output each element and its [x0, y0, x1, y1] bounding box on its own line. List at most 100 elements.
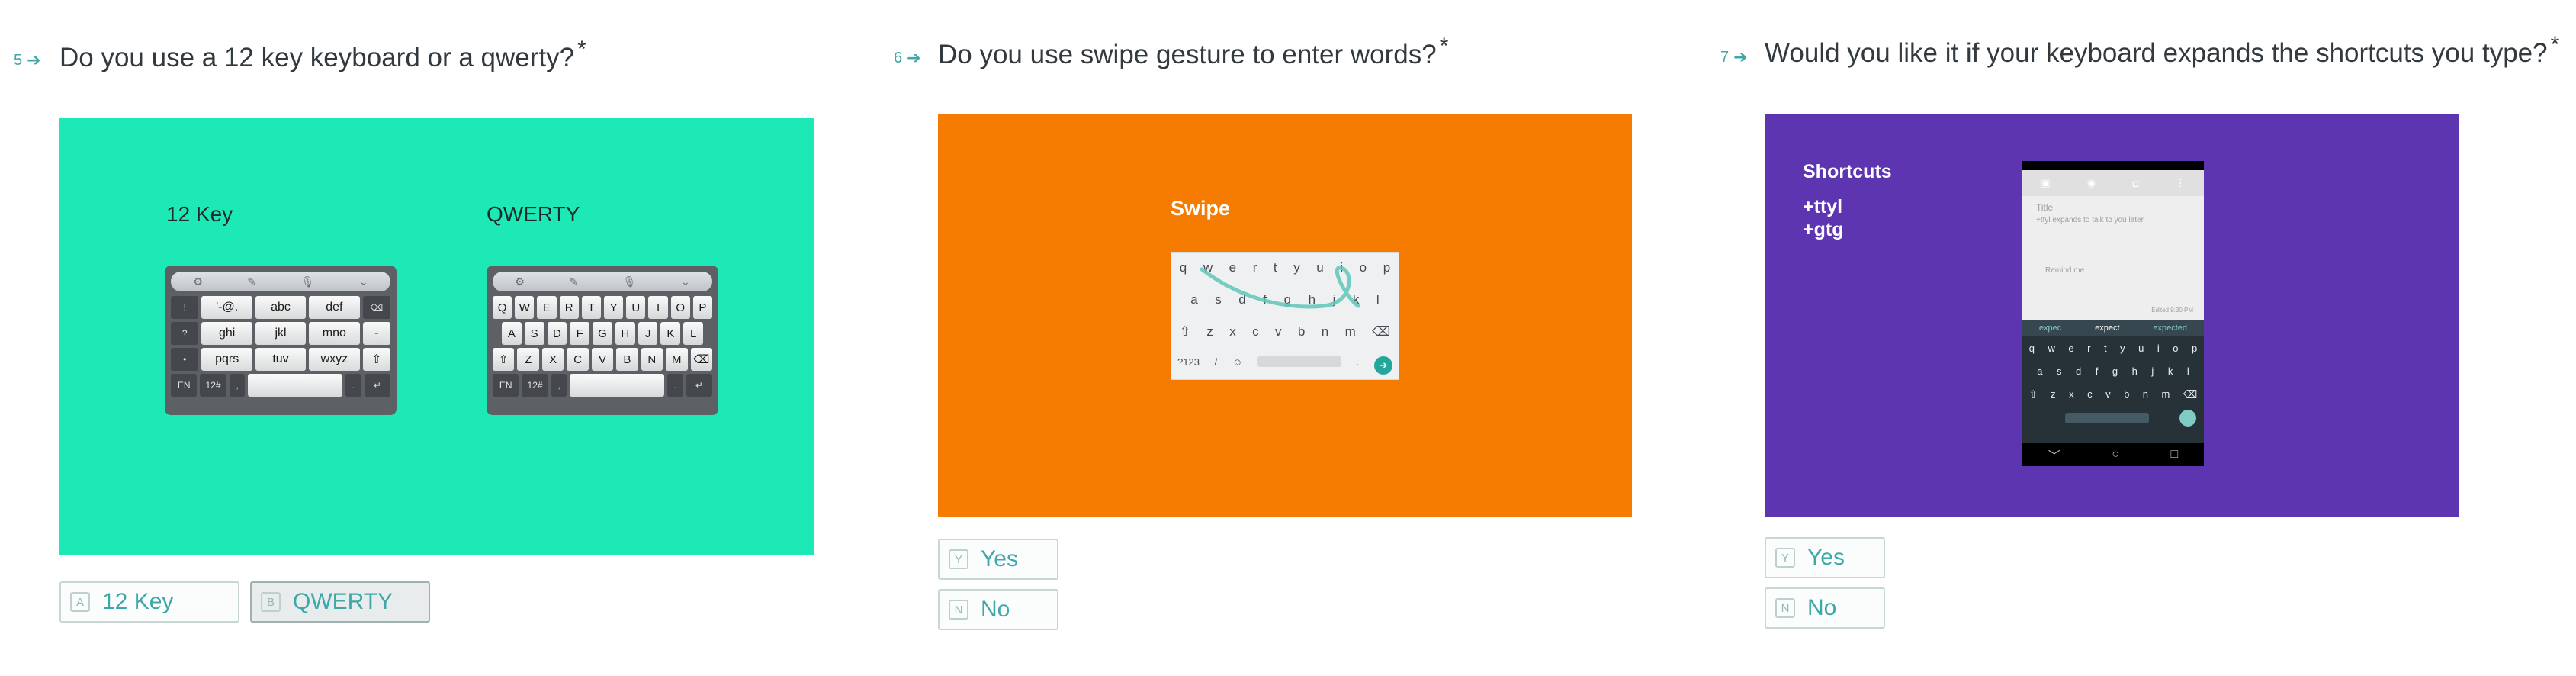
key: ? [171, 322, 199, 345]
key: p [2191, 343, 2198, 354]
note-icon: ▣ [2041, 177, 2051, 188]
home-icon: ○ [2112, 448, 2119, 461]
key: l [2186, 365, 2189, 377]
key: d [2076, 365, 2082, 377]
key: • [171, 348, 199, 371]
key: K [660, 322, 681, 345]
mic-icon: 🎙 [622, 275, 637, 288]
question-image-panel: Shortcuts +ttyl +gtg ▣ ◉ ◘ ⋮ Title +ttyl ex… [1765, 114, 2459, 517]
choice-yes[interactable]: Y Yes [938, 539, 1058, 580]
choice-key-letter: Y [949, 549, 968, 569]
keyboard-toolbar: ⚙ ✎ 🎙 ⌄ [493, 272, 712, 291]
app-toolbar: ▣ ◉ ◘ ⋮ [2022, 170, 2204, 196]
key: ⇧ [2028, 388, 2038, 400]
key: A [502, 322, 522, 345]
key: H [615, 322, 635, 345]
key: T [581, 296, 602, 319]
key: R [559, 296, 579, 319]
space-key [570, 374, 665, 397]
key: r [2087, 343, 2091, 354]
question-title: Do you use a 12 key keyboard or a qwerty… [59, 38, 586, 73]
key: O [670, 296, 690, 319]
pen-icon: ✎ [569, 275, 579, 288]
edited-time: Edited 9:30 PM [2151, 307, 2193, 314]
key: 12# [200, 374, 226, 397]
key: '-@. [201, 296, 252, 319]
key: v [2105, 388, 2111, 400]
pen-icon: ✎ [247, 275, 257, 288]
question-title-text: Do you use a 12 key keyboard or a qwerty… [59, 43, 575, 72]
key: 12# [522, 374, 548, 397]
key: . [667, 374, 683, 397]
key: b [2124, 388, 2130, 400]
choice-12-key[interactable]: A 12 Key [59, 581, 239, 623]
shortcut-line: +ttyl [1803, 196, 1843, 217]
key: z [2051, 388, 2056, 400]
suggestion: expect [2095, 324, 2120, 333]
space-key [248, 374, 343, 397]
choice-yes[interactable]: Y Yes [1765, 537, 1885, 578]
key: w [2048, 343, 2055, 354]
recents-icon: □ [2170, 448, 2179, 461]
key: g [2112, 365, 2118, 377]
key: ⌫ [690, 348, 712, 371]
key: tuv [255, 348, 307, 371]
keyboard-label-12key: 12 Key [166, 202, 233, 226]
key: ! [171, 296, 199, 319]
question-title-text: Do you use swipe gesture to enter words? [938, 40, 1437, 69]
choice-label: No [981, 597, 1010, 622]
key: Z [517, 348, 539, 371]
keyboard-label-qwerty: QWERTY [487, 202, 580, 226]
key: , [551, 374, 567, 397]
status-bar [2022, 161, 2204, 170]
key: I [648, 296, 668, 319]
question-title-text: Would you like it if your keyboard expan… [1765, 38, 2548, 68]
key: F [570, 322, 590, 345]
space-key [2065, 413, 2149, 423]
phone-mockup: ▣ ◉ ◘ ⋮ Title +ttyl expands to talk to you … [2022, 161, 2204, 466]
key: X [541, 348, 564, 371]
key: n [2142, 388, 2149, 400]
key: ⌫ [2183, 388, 2198, 400]
suggestion-strip: expec expect expected [2022, 320, 2204, 336]
required-mark: * [1439, 34, 1449, 60]
key: ↵ [686, 374, 712, 397]
chevron-down-icon: ⌄ [358, 275, 368, 288]
key: EN [171, 374, 198, 397]
key: P [692, 296, 713, 319]
key: , [229, 374, 246, 397]
camera-icon: ◘ [2132, 177, 2139, 189]
key: M [666, 348, 688, 371]
note-title: Title [2036, 202, 2054, 213]
key: y [2120, 343, 2125, 354]
enter-icon [2179, 410, 2196, 427]
key: L [683, 322, 704, 345]
settings-icon: ⚙ [193, 275, 203, 288]
key: E [537, 296, 557, 319]
key: mno [309, 322, 360, 345]
choice-no[interactable]: N No [938, 589, 1058, 630]
required-mark: * [2550, 32, 2560, 58]
key: i [2157, 343, 2160, 354]
question-number: 5 ➔ [14, 50, 41, 70]
key: s [2057, 365, 2062, 377]
key: G [593, 322, 612, 345]
question-title: Would you like it if your keyboard expan… [1765, 34, 2559, 69]
key: ⇧ [493, 348, 515, 371]
question-image-panel: 12 Key QWERTY ⚙ ✎ 🎙 ⌄ ! '-@. abc def ⌫ ? gh… [59, 118, 814, 555]
swipe-keyboard: qwertyuiop asdfghjkl ⇧ z x c v b n m ⌫ ?123 / ☺ … [1171, 252, 1399, 380]
choice-qwerty[interactable]: B QWERTY [250, 581, 430, 623]
twelve-key-keyboard: ⚙ ✎ 🎙 ⌄ ! '-@. abc def ⌫ ? ghi jkl mno - • … [165, 266, 397, 415]
key: k [2167, 365, 2173, 377]
arrow-right-icon: ➔ [907, 48, 921, 67]
arrow-right-icon: ➔ [27, 50, 41, 69]
menu-icon: ⋮ [2175, 177, 2186, 188]
choice-key-letter: N [949, 600, 968, 620]
choice-no[interactable]: N No [1765, 587, 1885, 629]
key: D [547, 322, 567, 345]
settings-icon: ⚙ [515, 275, 525, 288]
suggestion: expected [2153, 324, 2188, 333]
palette-icon: ◉ [2086, 177, 2096, 188]
mic-icon: 🎙 [300, 275, 315, 288]
key: a [2037, 365, 2043, 377]
